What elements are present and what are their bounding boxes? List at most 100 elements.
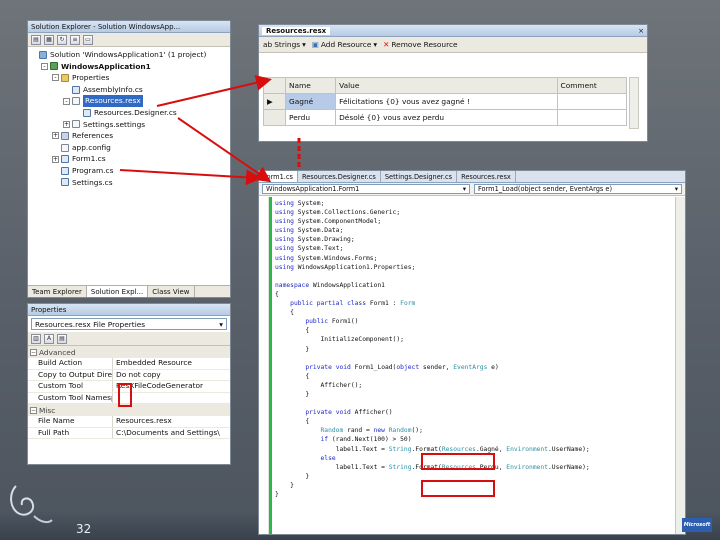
- code-line[interactable]: using System.Data;: [275, 226, 675, 235]
- tree-item[interactable]: - WindowsApplication1: [30, 61, 230, 73]
- property-value[interactable]: Do not copy: [113, 370, 230, 381]
- refresh-icon[interactable]: ↻: [57, 34, 67, 45]
- show-all-files-icon[interactable]: ▦: [44, 34, 54, 45]
- code-line[interactable]: if (rand.Next(100) > 50): [275, 435, 675, 444]
- code-line[interactable]: [275, 399, 675, 408]
- collapse-icon[interactable]: -: [41, 62, 48, 70]
- tree-item[interactable]: - Resources.resx: [30, 95, 230, 107]
- collapse-icon[interactable]: −: [30, 406, 37, 414]
- property-row[interactable]: Copy to Output Direct Do not copy: [28, 369, 230, 381]
- property-row[interactable]: Full Path C:\Documents and Settings\: [28, 427, 230, 439]
- expand-icon[interactable]: +: [52, 132, 59, 140]
- properties-object-selector[interactable]: Resources.resx File Properties ▾: [31, 318, 227, 330]
- tree-item[interactable]: Solution 'WindowsApplication1' (1 projec…: [30, 49, 230, 61]
- property-pages-icon[interactable]: ▤: [57, 333, 67, 344]
- view-code-icon[interactable]: ≡: [70, 34, 80, 45]
- tree-item[interactable]: + References: [30, 130, 230, 142]
- strings-dropdown[interactable]: ab Strings ▾: [263, 40, 306, 49]
- bottom-tab[interactable]: Solution Expl...: [86, 286, 149, 297]
- property-value[interactable]: Resources.resx: [113, 416, 230, 427]
- resource-row[interactable]: Perdu Désolé {0} vous avez perdu: [263, 109, 628, 126]
- alphabetical-icon[interactable]: A: [44, 333, 54, 344]
- code-line[interactable]: [275, 354, 675, 363]
- tree-item-label: WindowsApplication1: [61, 61, 151, 71]
- add-resource-button[interactable]: ▣ Add Resource ▾: [312, 40, 377, 49]
- resource-row[interactable]: ▶ Gagné Félicitations {0} vous avez gagné …: [263, 93, 628, 110]
- code-line[interactable]: {: [275, 372, 675, 381]
- collapse-icon[interactable]: -: [52, 74, 59, 82]
- property-row[interactable]: File Name Resources.resx: [28, 416, 230, 428]
- column-header[interactable]: Value: [335, 77, 558, 94]
- class-navigation-dropdown[interactable]: WindowsApplication1.Form1 ▾: [262, 184, 470, 194]
- code-line[interactable]: }: [275, 390, 675, 399]
- resource-value-cell[interactable]: Félicitations {0} vous avez gagné !: [335, 93, 558, 110]
- tab-resources-resx[interactable]: Resources.resx: [262, 26, 331, 35]
- code-line[interactable]: using System.Windows.Forms;: [275, 254, 675, 263]
- custom-tool-highlight: [118, 383, 132, 407]
- code-line[interactable]: private void Afficher(): [275, 408, 675, 417]
- tree-item[interactable]: + Settings.settings: [30, 119, 230, 131]
- properties-icon[interactable]: ▤: [31, 34, 41, 45]
- code-line[interactable]: namespace WindowsApplication1: [275, 281, 675, 290]
- tree-item[interactable]: - Properties: [30, 72, 230, 84]
- column-header[interactable]: Comment: [556, 77, 628, 94]
- code-line[interactable]: {: [275, 308, 675, 317]
- properties-title[interactable]: Properties: [28, 304, 230, 316]
- property-row[interactable]: Build Action Embedded Resource: [28, 358, 230, 370]
- row-marker-icon[interactable]: ▶: [263, 93, 286, 110]
- code-line[interactable]: Random rand = new Random();: [275, 426, 675, 435]
- categorized-icon[interactable]: ▥: [31, 333, 41, 344]
- code-line[interactable]: public Form1(): [275, 317, 675, 326]
- code-tab[interactable]: Settings.Designer.cs: [381, 171, 458, 182]
- expand-icon[interactable]: +: [52, 155, 59, 163]
- expand-icon[interactable]: +: [63, 120, 70, 128]
- code-line[interactable]: using System.Text;: [275, 244, 675, 253]
- code-line[interactable]: InitializeComponent();: [275, 335, 675, 344]
- code-line[interactable]: private void Form1_Load(object sender, E…: [275, 363, 675, 372]
- code-tab[interactable]: Resources.resx: [457, 171, 516, 182]
- code-line[interactable]: {: [275, 417, 675, 426]
- resources-scrollbar[interactable]: [629, 77, 639, 129]
- resource-comment-cell[interactable]: [556, 109, 628, 126]
- code-line[interactable]: public partial class Form1 : Form: [275, 299, 675, 308]
- code-line[interactable]: {: [275, 326, 675, 335]
- property-category[interactable]: − Advanced: [28, 346, 230, 358]
- member-navigation-dropdown[interactable]: Form1_Load(object sender, EventArgs e) ▾: [474, 184, 682, 194]
- property-value[interactable]: C:\Documents and Settings\: [113, 428, 230, 439]
- code-vertical-scrollbar[interactable]: [675, 197, 685, 534]
- bottom-tab[interactable]: Class View: [148, 286, 195, 297]
- code-line[interactable]: Afficher();: [275, 381, 675, 390]
- tree-item[interactable]: AssemblyInfo.cs: [30, 84, 230, 96]
- code-line[interactable]: }: [275, 345, 675, 354]
- collapse-icon[interactable]: −: [30, 348, 37, 356]
- code-tab[interactable]: Form1.cs: [259, 171, 298, 182]
- bottom-tab[interactable]: Team Explorer: [28, 286, 87, 297]
- resource-comment-cell[interactable]: [556, 93, 628, 110]
- code-line[interactable]: using WindowsApplication1.Properties;: [275, 263, 675, 272]
- view-designer-icon[interactable]: ▭: [83, 34, 93, 45]
- code-line[interactable]: using System;: [275, 199, 675, 208]
- code-tab[interactable]: Resources.Designer.cs: [298, 171, 381, 182]
- remove-resource-button[interactable]: ✕ Remove Resource: [383, 40, 457, 49]
- column-header[interactable]: Name: [284, 77, 337, 94]
- code-line[interactable]: using System.Drawing;: [275, 235, 675, 244]
- tree-item[interactable]: + Form1.cs: [30, 153, 230, 165]
- resource-value-cell[interactable]: Désolé {0} vous avez perdu: [335, 109, 558, 126]
- solution-explorer-title[interactable]: Solution Explorer - Solution WindowsApp.…: [28, 21, 230, 33]
- code-line[interactable]: using System.ComponentModel;: [275, 217, 675, 226]
- tree-item[interactable]: Program.cs: [30, 165, 230, 177]
- tree-item[interactable]: app.config: [30, 142, 230, 154]
- tree-item[interactable]: Resources.Designer.cs: [30, 107, 230, 119]
- code-line[interactable]: {: [275, 290, 675, 299]
- resource-name-cell[interactable]: Gagné: [284, 93, 337, 110]
- tree-item[interactable]: Settings.cs: [30, 177, 230, 189]
- row-marker-icon[interactable]: [263, 109, 286, 126]
- code-line[interactable]: [275, 272, 675, 281]
- resource-name-cell[interactable]: Perdu: [284, 109, 337, 126]
- close-icon[interactable]: ×: [638, 27, 644, 35]
- property-value[interactable]: Embedded Resource: [113, 358, 230, 369]
- collapse-icon[interactable]: -: [63, 97, 70, 105]
- code-line[interactable]: using System.Collections.Generic;: [275, 208, 675, 217]
- resources-gagne-highlight: [421, 453, 495, 470]
- bottom-tab-label: Solution Expl...: [90, 287, 144, 296]
